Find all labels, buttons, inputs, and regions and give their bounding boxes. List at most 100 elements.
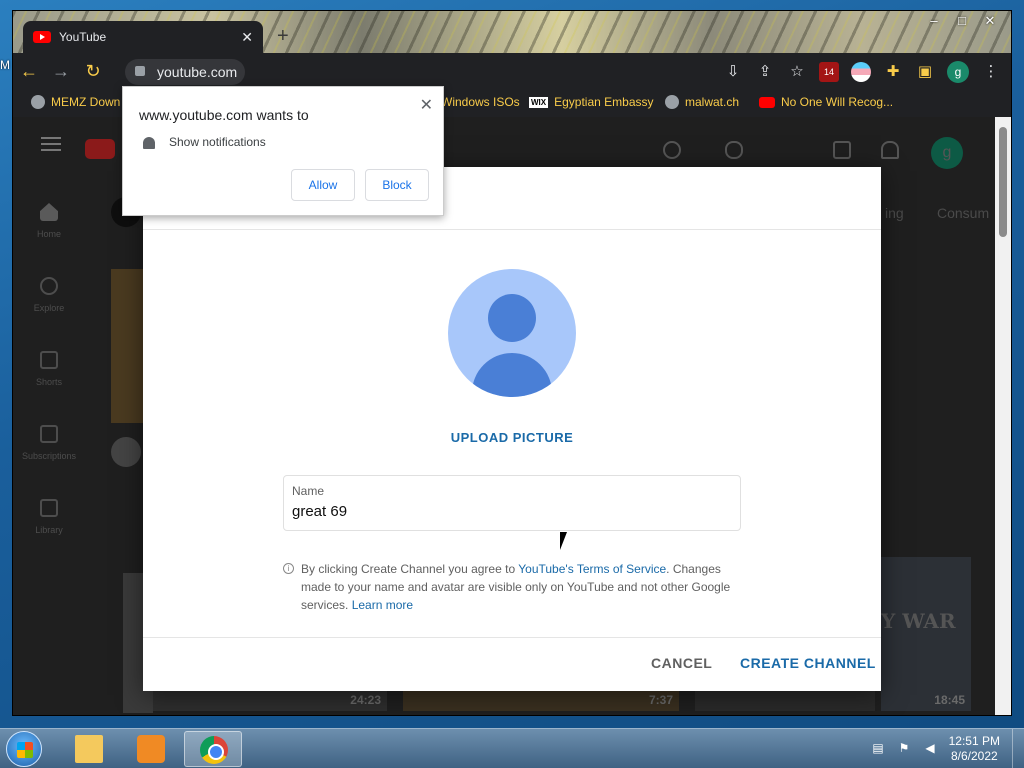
chip-item[interactable]: ing <box>885 205 904 221</box>
forward-arrow-icon[interactable]: → <box>45 61 77 82</box>
media-player-icon <box>137 735 165 763</box>
bookmark-star-icon[interactable]: ☆ <box>787 62 807 82</box>
sidebar-item-subscriptions[interactable]: Subscriptions <box>13 425 85 461</box>
sidebar-item-explore[interactable]: Explore <box>13 277 85 313</box>
reload-icon[interactable]: ↻ <box>77 61 109 82</box>
close-icon[interactable]: ✕ <box>420 95 433 115</box>
popup-permission-text: Show notifications <box>169 135 266 149</box>
channel-avatar[interactable] <box>111 437 141 467</box>
tab-youtube[interactable]: YouTube ✕ <box>23 21 263 53</box>
share-icon[interactable]: ⇪ <box>755 62 775 82</box>
sidebar-label: Library <box>35 525 63 535</box>
account-avatar[interactable]: g <box>931 137 963 169</box>
bookmark-item[interactable]: No One Will Recog... <box>759 95 893 109</box>
desktop-edge-text: M <box>0 58 10 72</box>
menu-kebab-icon[interactable]: ⋮ <box>981 62 1001 82</box>
volume-icon[interactable]: ◀ <box>922 741 938 757</box>
youtube-favicon-icon <box>33 31 51 43</box>
install-app-icon[interactable]: ⇩ <box>723 62 743 82</box>
sidebar-item-library[interactable]: Library <box>13 499 85 535</box>
cancel-button[interactable]: CANCEL <box>651 655 712 671</box>
url-text[interactable]: youtube.com <box>157 64 237 80</box>
video-thumbnail[interactable] <box>111 269 145 423</box>
folder-icon <box>75 735 103 763</box>
youtube-logo[interactable] <box>85 139 115 159</box>
chip-item[interactable]: Consum <box>937 205 989 221</box>
show-desktop-button[interactable] <box>1012 729 1024 768</box>
library-icon <box>40 499 58 517</box>
sidebar-label: Home <box>36 229 61 239</box>
action-center-flag-icon[interactable]: ⚑ <box>896 741 912 757</box>
profile-avatar[interactable]: g <box>947 61 969 83</box>
video-thumbnail[interactable]: 18:45 Y WAR <box>881 557 971 711</box>
clock-time: 12:51 PM <box>948 734 1000 748</box>
system-tray: ▤ ⚑ ◀ <box>870 741 938 757</box>
start-button[interactable] <box>6 731 42 767</box>
terms-of-service-link[interactable]: YouTube's Terms of Service <box>518 562 666 576</box>
maximize-button[interactable]: □ <box>949 13 975 31</box>
minimize-button[interactable]: – <box>921 13 947 31</box>
subscriptions-icon <box>40 425 58 443</box>
clock-date: 8/6/2022 <box>950 749 998 763</box>
block-button[interactable]: Block <box>365 169 429 201</box>
video-duration: 24:23 <box>350 693 381 707</box>
toolbar-right-icons: ⇩ ⇪ ☆ 14 ✚ ▣ g ⋮ <box>723 61 1001 83</box>
bookmark-item[interactable]: WIX Egyptian Embassy <box>529 95 654 109</box>
clock[interactable]: 12:51 PM 8/6/2022 <box>949 734 1000 764</box>
video-duration: 7:37 <box>648 693 673 707</box>
extensions-puzzle-icon[interactable]: ✚ <box>883 62 903 82</box>
upload-picture-button[interactable]: UPLOAD PICTURE <box>143 430 881 445</box>
new-tab-icon[interactable]: + <box>277 25 289 48</box>
name-input-value[interactable]: great 69 <box>292 503 347 520</box>
learn-more-link[interactable]: Learn more <box>352 598 413 612</box>
notifications-bell-icon[interactable] <box>881 141 899 159</box>
window-controls: – □ ✕ <box>921 13 1003 31</box>
globe-icon <box>31 95 45 109</box>
bookmark-item[interactable]: Windows ISOs <box>441 95 520 109</box>
bookmark-label: Egyptian Embassy <box>554 95 654 109</box>
terms-notice: i By clicking Create Channel you agree t… <box>283 560 733 614</box>
thumbnail-text: Y WAR <box>881 609 956 633</box>
flag-extension-icon[interactable] <box>851 62 871 82</box>
scrollbar-thumb[interactable] <box>999 127 1007 237</box>
allow-button[interactable]: Allow <box>291 169 355 201</box>
page-scrollbar[interactable] <box>995 117 1011 715</box>
windows-logo-icon <box>17 742 33 758</box>
chrome-icon <box>200 736 228 764</box>
bookmark-label: malwat.ch <box>685 95 740 109</box>
ublock-extension-icon[interactable]: 14 <box>819 62 839 82</box>
close-window-button[interactable]: ✕ <box>977 13 1003 31</box>
taskbar-chrome[interactable] <box>184 731 242 767</box>
bookmark-label: MEMZ Down <box>51 95 121 109</box>
browser-toolbar: ← → ↻ youtube.com ⇩ ⇪ ☆ 14 ✚ ▣ g ⋮ <box>13 53 1011 89</box>
mouse-cursor-icon <box>560 532 567 550</box>
create-video-icon[interactable] <box>833 141 851 159</box>
bookmark-label: No One Will Recog... <box>781 95 894 109</box>
name-field[interactable]: Name great 69 <box>283 475 741 531</box>
taskbar-explorer[interactable] <box>60 731 118 767</box>
taskbar-media-player[interactable] <box>122 731 180 767</box>
back-arrow-icon[interactable]: ← <box>13 61 45 82</box>
microphone-icon[interactable] <box>725 141 743 159</box>
notification-permission-popup: www.youtube.com wants to ✕ Show notifica… <box>122 86 444 216</box>
lock-icon[interactable] <box>135 66 145 76</box>
network-icon[interactable]: ▤ <box>870 741 886 757</box>
youtube-icon <box>759 96 775 108</box>
home-icon <box>40 203 58 221</box>
side-panel-icon[interactable]: ▣ <box>915 62 935 82</box>
search-icon[interactable] <box>663 141 681 159</box>
bell-icon <box>143 137 155 149</box>
hamburger-menu-icon[interactable] <box>41 143 61 145</box>
create-channel-button[interactable]: CREATE CHANNEL <box>740 655 876 671</box>
sidebar-item-home[interactable]: Home <box>13 203 85 239</box>
tab-title: YouTube <box>59 30 107 44</box>
dialog-divider <box>143 229 881 230</box>
sidebar-label: Shorts <box>35 377 62 387</box>
video-duration: 18:45 <box>934 693 965 707</box>
info-icon: i <box>283 563 294 574</box>
bookmark-label: Windows ISOs <box>441 95 520 109</box>
sidebar-item-shorts[interactable]: Shorts <box>13 351 85 387</box>
bookmark-item[interactable]: malwat.ch <box>665 95 739 109</box>
bookmark-item[interactable]: MEMZ Down <box>31 95 120 109</box>
tab-close-icon[interactable]: ✕ <box>241 29 253 46</box>
